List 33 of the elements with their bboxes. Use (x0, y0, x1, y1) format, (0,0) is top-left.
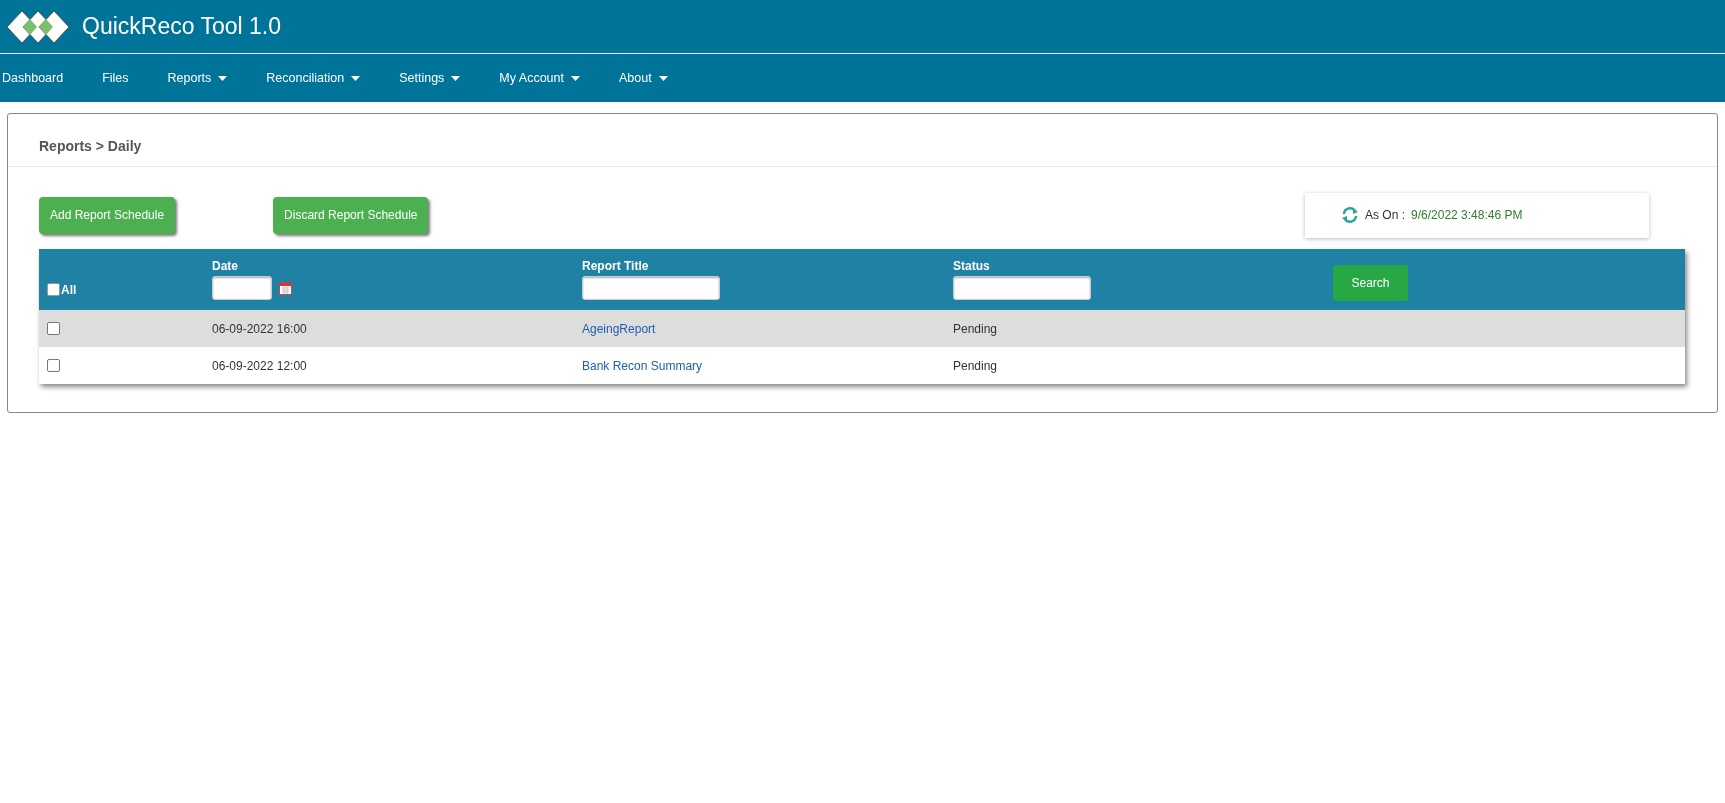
nav-menu-item[interactable]: About (598, 71, 687, 85)
nav-menu-item[interactable]: Dashboard (0, 71, 83, 85)
date-filter-field[interactable] (212, 276, 272, 300)
nav-menu-item[interactable]: Settings (379, 71, 480, 85)
select-all-checkbox[interactable] (47, 283, 60, 296)
as-on-timestamp: 9/6/2022 3:48:46 PM (1411, 208, 1523, 222)
status-filter-field[interactable] (953, 276, 1091, 300)
row-checkbox[interactable] (47, 359, 60, 372)
nav-menu-item[interactable]: My Account (479, 71, 599, 85)
nav-menu-item[interactable]: Files (82, 71, 148, 85)
status-cell-text: Pending (953, 321, 999, 336)
report-title-link[interactable]: AgeingReport (582, 321, 656, 336)
refresh-icon[interactable] (1341, 207, 1359, 223)
logo-icon (6, 9, 70, 44)
action-button[interactable]: Discard Report Schedule (273, 196, 429, 234)
action-button[interactable]: Add Report Schedule (39, 196, 176, 234)
report-title-link[interactable]: Bank Recon Summary (582, 358, 703, 373)
calendar-icon[interactable] (279, 281, 292, 295)
column-header: Report Title (582, 259, 650, 273)
nav-menu-item[interactable]: Reports (147, 71, 247, 85)
report-title-filter-field[interactable] (582, 276, 720, 300)
row-checkbox[interactable] (47, 322, 60, 335)
breadcrumb: Reports > Daily (8, 114, 1717, 167)
column-header: Status (953, 259, 991, 273)
nav-menu-item[interactable]: Reconciliation (246, 71, 380, 85)
search-button[interactable]: Search (1333, 264, 1408, 301)
as-on-label: As On : (1365, 208, 1405, 222)
date-cell-text: 06-09-2022 16:00 (212, 321, 308, 336)
date-cell-text: 06-09-2022 12:00 (212, 358, 308, 373)
app-title: QuickReco Tool 1.0 (82, 13, 281, 40)
status-cell-text: Pending (953, 358, 999, 373)
select-all-label: All (61, 282, 77, 297)
column-header: Date (212, 259, 239, 273)
